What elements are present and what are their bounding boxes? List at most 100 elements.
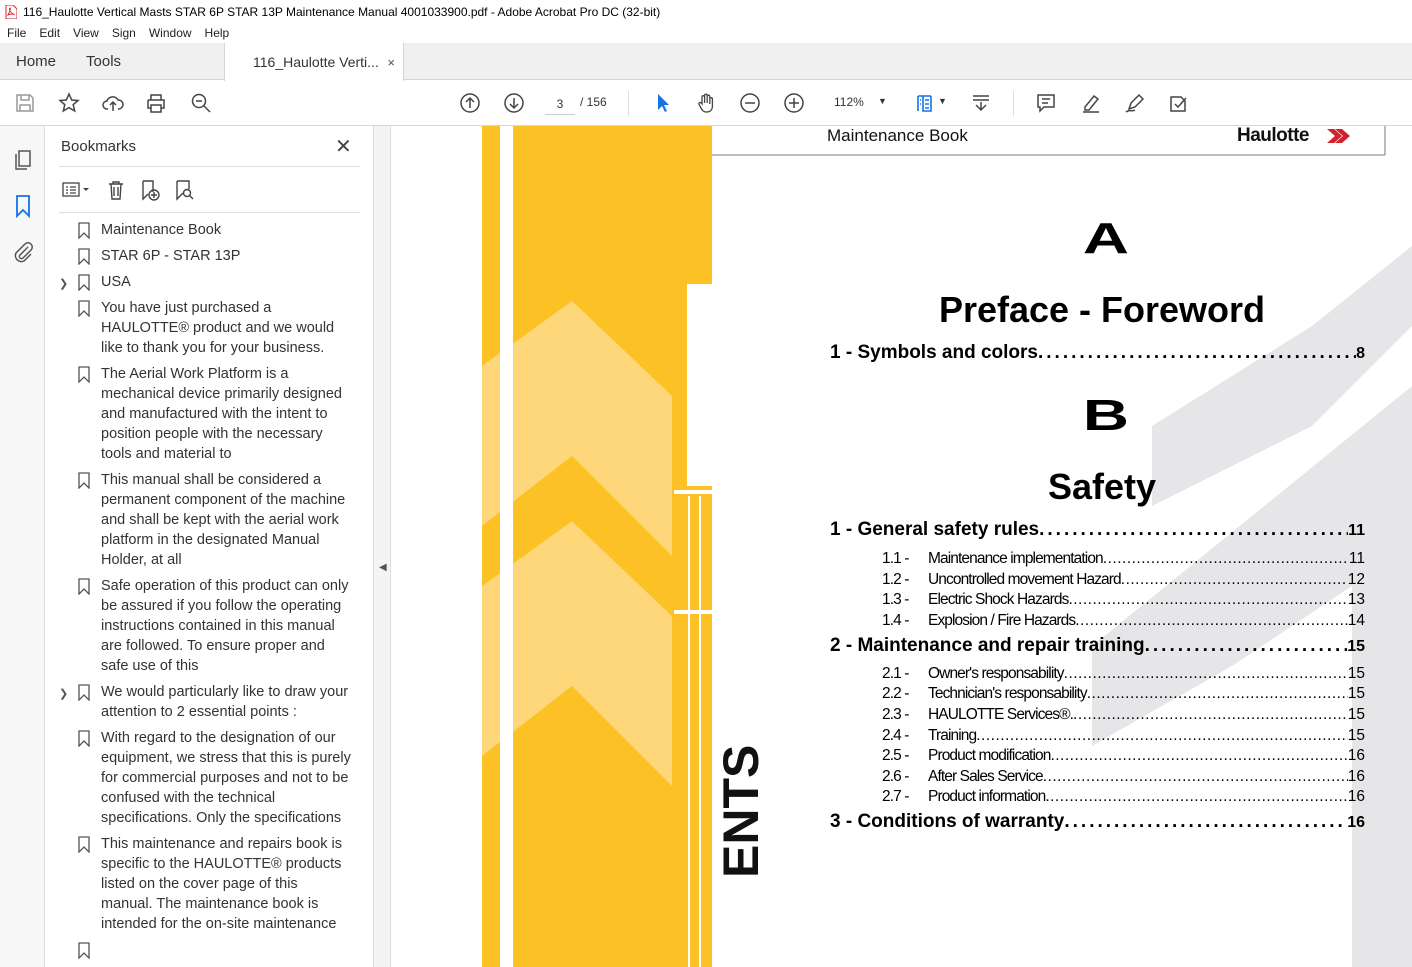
bookmark-ribbon-icon	[78, 248, 90, 265]
tab-tools[interactable]: Tools	[72, 43, 224, 80]
bookmark-item[interactable]: This maintenance and repairs book is spe…	[59, 834, 351, 934]
divider	[59, 166, 360, 167]
print-icon[interactable]	[143, 90, 169, 116]
bookmark-ribbon-icon	[78, 222, 90, 239]
bookmark-item[interactable]: ❯ We would particularly like to draw your…	[59, 682, 351, 722]
new-bookmark-icon[interactable]	[139, 179, 161, 201]
toc-subentry[interactable]: 1.1 - Maintenance implementation ........…	[882, 550, 1365, 568]
bookmark-ribbon-icon	[78, 942, 90, 959]
toc-entry[interactable]: 1 - General safety rules ...............…	[830, 519, 1365, 541]
scroll-mode-icon[interactable]	[968, 90, 994, 116]
previous-page-icon[interactable]	[457, 90, 483, 116]
next-page-icon[interactable]	[501, 90, 527, 116]
acrobat-logo-icon	[5, 4, 17, 19]
star-icon[interactable]	[56, 90, 82, 116]
collapse-panel-icon[interactable]: ◀	[379, 562, 387, 573]
bookmark-ribbon-icon	[78, 836, 90, 853]
navigation-rail	[0, 126, 45, 967]
bookmark-options-icon[interactable]	[59, 179, 93, 201]
toc-leader-dots: ........................................…	[1075, 612, 1348, 629]
save-icon[interactable]	[12, 90, 38, 116]
bookmark-ribbon-icon	[78, 274, 90, 291]
zoom-in-icon[interactable]	[781, 90, 807, 116]
bookmark-item[interactable]: Safe operation of this product can only …	[59, 576, 351, 676]
toc-subentry[interactable]: 2.6 - After Sales Service ...............…	[882, 768, 1365, 786]
toc-leader-dots: ........................................…	[976, 727, 1348, 744]
layout-dropdown-icon[interactable]: ▼	[938, 96, 947, 106]
tab-close-icon[interactable]: ×	[387, 55, 395, 70]
bookmark-item[interactable]: ❯ USA	[59, 272, 351, 292]
fill-sign-icon[interactable]	[1166, 90, 1192, 116]
toc-page-number: 14	[1347, 612, 1365, 629]
toc-leader-dots: ........................................…	[1064, 811, 1347, 832]
toc-leader-dots: ........................................…	[1068, 591, 1348, 608]
toc-label: Technician's responsability	[928, 685, 1088, 702]
highlight-pen-icon[interactable]	[1078, 90, 1104, 116]
attachments-icon[interactable]	[11, 240, 35, 264]
toc-leader-dots: ........................................…	[1063, 665, 1348, 682]
toc-entry[interactable]: 3 - Conditions of warranty .............…	[830, 811, 1365, 833]
toc-page-number: 16	[1347, 814, 1365, 831]
menu-file[interactable]: File	[0, 26, 32, 40]
menu-sign[interactable]: Sign	[105, 26, 142, 40]
document-view[interactable]: Maintenance Book Haulotte A Preface - Fo…	[392, 126, 1412, 967]
toc-entry[interactable]: 2 - Maintenance and repair training ....…	[830, 635, 1365, 657]
page-number-input[interactable]: 3	[545, 93, 575, 115]
hand-tool-icon[interactable]	[693, 90, 719, 116]
menu-view[interactable]: View	[66, 26, 105, 40]
section-letter-a: A	[1082, 214, 1129, 263]
bookmark-label: STAR 6P - STAR 13P	[101, 248, 241, 264]
find-bookmark-icon[interactable]	[173, 179, 195, 201]
comment-icon[interactable]	[1033, 90, 1059, 116]
page-layout-icon[interactable]	[913, 90, 939, 116]
toc-subentry[interactable]: 1.4 - Explosion / Fire Hazards ..........…	[882, 612, 1365, 630]
menu-help[interactable]: Help	[198, 26, 236, 40]
toc-label: Electric Shock Hazards	[928, 591, 1069, 608]
bookmark-label: Maintenance Book	[101, 222, 222, 238]
toc-number: 2.3 -	[882, 706, 909, 723]
toc-number: 1.4 -	[882, 612, 909, 629]
bookmark-ribbon-icon	[78, 300, 90, 317]
panel-splitter[interactable]: ◀	[373, 126, 391, 967]
toc-number: 2.1 -	[882, 665, 909, 682]
bookmark-item[interactable]: You have just purchased a HAULOTTE® prod…	[59, 298, 351, 358]
find-zoom-icon[interactable]	[188, 90, 214, 116]
bookmark-label: With regard to the designation of our eq…	[101, 730, 351, 826]
chevron-down-icon[interactable]: ▼	[878, 96, 887, 106]
toc-subentry[interactable]: 2.3 - HAULOTTE Services®. ...............…	[882, 706, 1365, 724]
tab-home[interactable]: Home	[0, 43, 72, 80]
bookmarks-toolbar	[59, 176, 207, 204]
delete-bookmark-icon[interactable]	[105, 179, 127, 201]
toc-subentry[interactable]: 2.4 - Training ..........................…	[882, 727, 1365, 745]
toc-label: Product modification	[928, 747, 1051, 764]
draw-sign-icon[interactable]	[1122, 90, 1148, 116]
menu-window[interactable]: Window	[142, 26, 198, 40]
select-cursor-icon[interactable]	[649, 90, 675, 116]
chevron-right-icon[interactable]: ❯	[59, 684, 68, 704]
toc-label: Maintenance implementation	[928, 550, 1104, 567]
toc-subentry[interactable]: 2.5 - Product modification ..............…	[882, 747, 1365, 765]
chevron-right-icon[interactable]: ❯	[59, 274, 68, 294]
bookmark-item[interactable]: STAR 6P - STAR 13P	[59, 246, 351, 266]
menu-edit[interactable]: Edit	[32, 26, 66, 40]
toc-subentry[interactable]: 1.3 - Electric Shock Hazards ............…	[882, 591, 1365, 609]
toc-subentry[interactable]: 2.2 - Technician's responsability .......…	[882, 685, 1365, 703]
toc-subentry[interactable]: 2.7 - Product information ...............…	[882, 788, 1365, 806]
zoom-level-select[interactable]: 112%	[834, 95, 864, 109]
toc-subentry[interactable]: 1.2 - Uncontrolled movement Hazard ......…	[882, 571, 1365, 589]
toc-subentry[interactable]: 2.1 - Owner's responsability ............…	[882, 665, 1365, 683]
toc-entry[interactable]: 1 - Symbols and colors .................…	[830, 342, 1365, 364]
bookmarks-icon[interactable]	[11, 194, 35, 219]
zoom-out-icon[interactable]	[737, 90, 763, 116]
bookmark-item[interactable]: With regard to the designation of our eq…	[59, 728, 351, 828]
upload-cloud-icon[interactable]	[100, 90, 126, 116]
bookmark-item[interactable]: Maintenance Book	[59, 220, 351, 240]
page-thumbnails-icon[interactable]	[11, 148, 35, 172]
tab-document-label: 116_Haulotte Verti...	[253, 54, 379, 70]
toc-page-number: 15	[1347, 727, 1365, 744]
close-icon[interactable]: ✕	[335, 134, 352, 159]
toc-leader-dots: ........................................…	[1144, 635, 1348, 656]
bookmark-item[interactable]: This manual shall be considered a perman…	[59, 470, 351, 570]
tab-document[interactable]: 116_Haulotte Verti... ×	[224, 43, 405, 81]
bookmark-item[interactable]: The Aerial Work Platform is a mechanical…	[59, 364, 351, 464]
